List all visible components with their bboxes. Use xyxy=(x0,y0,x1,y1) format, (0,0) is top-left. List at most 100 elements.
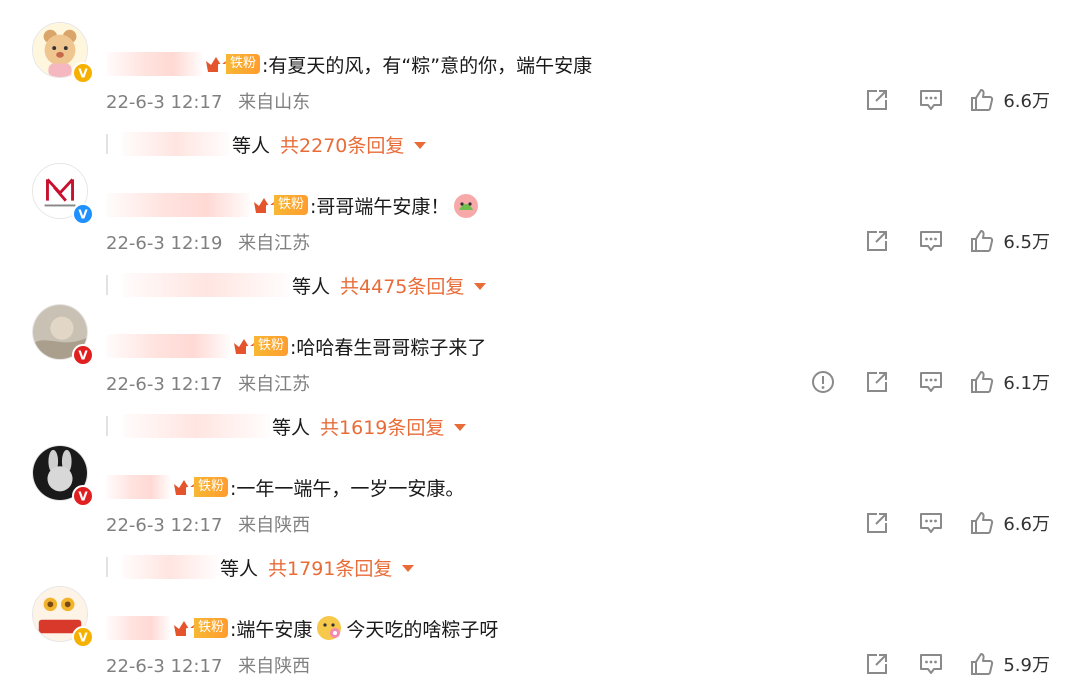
svg-text:V: V xyxy=(78,208,88,222)
reply-summary: 等人 共2270条回复 xyxy=(106,130,427,158)
comment-button[interactable] xyxy=(915,366,947,398)
like-button[interactable]: 6.1万 xyxy=(969,369,1050,395)
reply-summary: 等人 共1791条回复 xyxy=(106,553,415,581)
comment-date: 22-6-3 12:17 xyxy=(106,374,223,395)
reply-username-blurred[interactable] xyxy=(122,414,270,438)
svg-text:V: V xyxy=(78,490,88,504)
like-button[interactable]: 6.6万 xyxy=(969,87,1050,113)
comment-icon xyxy=(920,513,943,533)
reply-total-link[interactable]: 共1619条回复 xyxy=(320,413,444,440)
comment-list: V 铁粉 :有夏天的风，有“粽”意的你，端午安康 22-6-3 12:17 来自… xyxy=(0,0,1086,677)
comment-item: V 铁粉 :端午安康 今天吃的啥粽子呀 22-6-3 12:17 来自陕西 5.… xyxy=(0,586,1086,677)
fan-badge[interactable]: 铁粉 xyxy=(232,335,289,357)
report-button[interactable] xyxy=(807,366,839,398)
verified-badge-icon: V xyxy=(72,62,94,84)
comment-location: 来自江苏 xyxy=(238,374,311,395)
comment-button[interactable] xyxy=(915,84,947,116)
share-button[interactable] xyxy=(861,225,893,257)
caret-down-icon[interactable] xyxy=(474,283,487,290)
comment-meta: 22-6-3 12:17 来自山东 xyxy=(106,88,310,114)
comment-actions: 6.5万 xyxy=(839,225,1050,257)
comment-line: 铁粉 :有夏天的风，有“粽”意的你，端午安康 xyxy=(106,50,592,78)
like-count: 6.1万 xyxy=(1003,373,1050,394)
comment-text: :有夏天的风，有“粽”意的你，端午安康 xyxy=(262,54,593,77)
reply-divider xyxy=(106,557,108,577)
comment-button[interactable] xyxy=(915,507,947,539)
caret-down-icon[interactable] xyxy=(454,424,467,431)
comment-meta: 22-6-3 12:19 来自江苏 xyxy=(106,229,310,255)
like-button[interactable]: 6.5万 xyxy=(969,228,1050,254)
reply-username-blurred[interactable] xyxy=(122,132,230,156)
username-blurred[interactable] xyxy=(106,616,170,640)
share-button[interactable] xyxy=(861,507,893,539)
svg-text:V: V xyxy=(78,349,88,363)
reply-total-link[interactable]: 共1791条回复 xyxy=(268,554,392,581)
fan-badge[interactable]: 铁粉 xyxy=(252,194,309,216)
thumbs-up-icon xyxy=(971,512,994,534)
username-blurred[interactable] xyxy=(106,334,230,358)
share-button[interactable] xyxy=(861,84,893,116)
username-blurred[interactable] xyxy=(106,193,250,217)
fan-tag: 铁粉 xyxy=(226,54,261,74)
share-icon xyxy=(867,90,888,110)
verified-badge-icon: V xyxy=(72,626,94,648)
comment-meta: 22-6-3 12:17 来自江苏 xyxy=(106,370,310,396)
reply-divider xyxy=(106,416,108,436)
reply-username-blurred[interactable] xyxy=(122,555,218,579)
crown-icon xyxy=(206,57,226,73)
svg-text:V: V xyxy=(78,631,88,645)
comment-location: 来自陕西 xyxy=(238,656,311,677)
username-blurred[interactable] xyxy=(106,52,202,76)
reply-divider xyxy=(106,134,108,154)
comment-button[interactable] xyxy=(915,648,947,680)
comment-location: 来自陕西 xyxy=(238,515,311,536)
svg-text:V: V xyxy=(78,67,88,81)
comment-text-before: :端午安康 xyxy=(230,618,313,641)
like-count: 6.6万 xyxy=(1003,91,1050,112)
caret-down-icon[interactable] xyxy=(402,565,415,572)
comment-actions: 6.1万 xyxy=(785,366,1050,398)
reply-username-blurred[interactable] xyxy=(122,273,290,297)
fan-badge[interactable]: 铁粉 xyxy=(172,476,229,498)
comment-icon xyxy=(920,372,943,392)
caret-down-icon[interactable] xyxy=(414,142,427,149)
fan-badge[interactable]: 铁粉 xyxy=(172,617,229,639)
username-blurred[interactable] xyxy=(106,475,170,499)
like-count: 5.9万 xyxy=(1003,655,1050,676)
like-button[interactable]: 6.6万 xyxy=(969,510,1050,536)
thumbs-up-icon xyxy=(971,653,994,675)
comment-text: :哥哥端午安康！ xyxy=(310,195,450,218)
comment-button[interactable] xyxy=(915,225,947,257)
comment-line: 铁粉 :哈哈春生哥哥粽子来了 xyxy=(106,332,486,360)
comment-icon xyxy=(920,90,943,110)
reply-total-link[interactable]: 共2270条回复 xyxy=(280,131,404,158)
comment-date: 22-6-3 12:19 xyxy=(106,233,223,254)
reply-divider xyxy=(106,275,108,295)
comment-date: 22-6-3 12:17 xyxy=(106,656,223,677)
comment-date: 22-6-3 12:17 xyxy=(106,92,223,113)
flower-face-emoji-icon xyxy=(314,613,344,643)
comment-actions: 6.6万 xyxy=(839,507,1050,539)
comment-item: V 铁粉 :一年一端午，一岁一安康。 22-6-3 12:17 来自陕西 6.6… xyxy=(0,445,1086,586)
reply-summary: 等人 共1619条回复 xyxy=(106,412,467,440)
share-icon xyxy=(867,231,888,251)
reply-total-link[interactable]: 共4475条回复 xyxy=(340,272,464,299)
comment-meta: 22-6-3 12:17 来自陕西 xyxy=(106,511,310,537)
like-button[interactable]: 5.9万 xyxy=(969,651,1050,677)
comment-meta: 22-6-3 12:17 来自陕西 xyxy=(106,652,310,678)
reply-others: 等人 xyxy=(232,134,271,157)
like-count: 6.6万 xyxy=(1003,514,1050,535)
crown-icon xyxy=(254,198,274,214)
comment-icon xyxy=(920,654,943,674)
thumbs-up-icon xyxy=(971,371,994,393)
comment-text: :一年一端午，一岁一安康。 xyxy=(230,477,465,500)
share-button[interactable] xyxy=(861,366,893,398)
share-button[interactable] xyxy=(861,648,893,680)
fan-badge[interactable]: 铁粉 xyxy=(204,53,261,75)
comment-item: V 铁粉 :哈哈春生哥哥粽子来了 22-6-3 12:17 来自江苏 6.1万 … xyxy=(0,304,1086,445)
comment-text: :哈哈春生哥哥粽子来了 xyxy=(290,336,487,359)
comment-item: V 铁粉 :有夏天的风，有“粽”意的你，端午安康 22-6-3 12:17 来自… xyxy=(0,22,1086,163)
verified-badge-icon: V xyxy=(72,344,94,366)
reply-summary: 等人 共4475条回复 xyxy=(106,271,487,299)
fan-tag: 铁粉 xyxy=(274,195,309,215)
